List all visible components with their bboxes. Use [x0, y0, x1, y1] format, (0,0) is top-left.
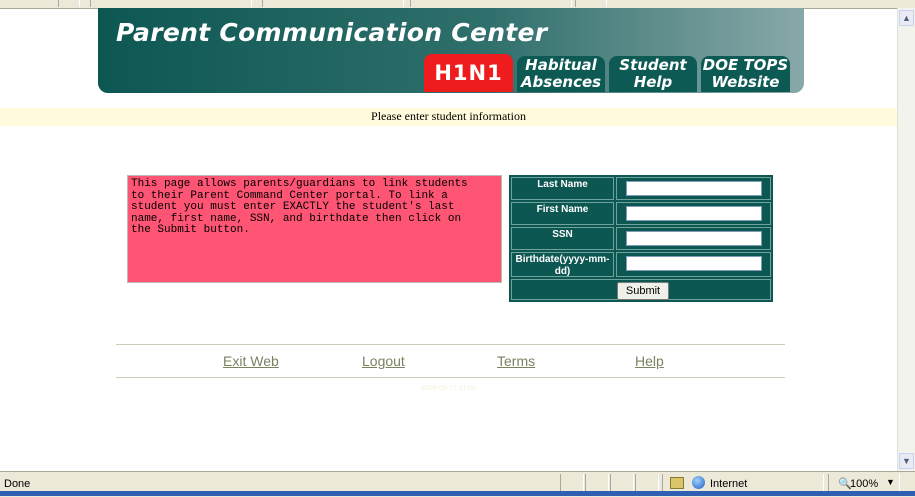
page-title: Parent Communication Center [116, 18, 548, 47]
footer-divider-top [116, 344, 785, 345]
vertical-scrollbar[interactable]: ▲ ▼ [897, 8, 915, 471]
tab-h1n1-label: H1N1 [434, 61, 503, 85]
instruction-text: Please enter student information [371, 109, 526, 123]
tab-habitual-line2: Absences [520, 73, 602, 91]
tab-habitual-absences[interactable]: Habitual Absences [517, 56, 605, 92]
first-name-label: First Name [511, 202, 614, 225]
tab-habitual-line1: Habitual [525, 56, 597, 74]
footer-divider-bottom [116, 377, 785, 378]
tab-student-line2: Help [633, 73, 673, 91]
exit-web-link[interactable]: Exit Web [223, 353, 279, 369]
internet-globe-icon [692, 476, 705, 489]
form-row-first-name: First Name [509, 202, 773, 225]
terms-link[interactable]: Terms [497, 353, 535, 369]
first-name-input[interactable] [626, 206, 762, 221]
ssn-cell [616, 227, 771, 250]
info-line: This page allows parents/guardians to li… [131, 178, 468, 190]
zoom-dropdown-icon[interactable]: ▼ [886, 477, 895, 487]
instruction-strip: Please enter student information [0, 108, 897, 126]
first-name-cell [616, 202, 771, 225]
birthdate-cell [616, 252, 771, 277]
tab-h1n1[interactable]: H1N1 [424, 54, 513, 92]
ssn-input[interactable] [626, 231, 762, 246]
birthdate-input[interactable] [626, 256, 762, 271]
logout-link[interactable]: Logout [362, 353, 405, 369]
info-line: the Submit button. [131, 224, 250, 236]
scroll-up-icon[interactable]: ▲ [899, 10, 914, 26]
form-row-ssn: SSN [509, 227, 773, 250]
last-name-label: Last Name [511, 177, 614, 200]
ssn-label: SSN [511, 227, 614, 250]
info-box: This page allows parents/guardians to li… [127, 175, 502, 283]
tab-doe-tops-website[interactable]: DOE TOPS Website [701, 56, 790, 92]
tab-doe-line2: Website [711, 73, 780, 91]
submit-button[interactable]: Submit [617, 282, 669, 300]
info-line: student you must enter EXACTLY the stude… [131, 201, 455, 213]
timestamp: 2009-09-17 11:00 [421, 385, 476, 392]
status-text: Done [4, 478, 31, 490]
header-banner: Parent Communication Center H1N1 Habitua… [98, 8, 804, 93]
zone-label: Internet [710, 478, 748, 490]
form-row-birthdate: Birthdate(yyyy-mm-dd) [509, 252, 773, 277]
tab-doe-line1: DOE TOPS [702, 56, 789, 74]
scroll-down-icon[interactable]: ▼ [899, 453, 914, 469]
tab-student-line1: Student [619, 56, 687, 74]
last-name-cell [616, 177, 771, 200]
help-link[interactable]: Help [635, 353, 664, 369]
taskbar-edge [0, 491, 915, 496]
form-row-last-name: Last Name [509, 177, 773, 200]
last-name-input[interactable] [626, 181, 762, 196]
student-info-form: Last Name First Name SSN Birthdate(yyyy-… [509, 175, 773, 302]
security-lock-icon [670, 477, 684, 489]
submit-row: Submit [511, 279, 771, 300]
tab-student-help[interactable]: Student Help [609, 56, 697, 92]
zoom-level[interactable]: 100% [850, 478, 878, 490]
birthdate-label: Birthdate(yyyy-mm-dd) [511, 252, 614, 277]
